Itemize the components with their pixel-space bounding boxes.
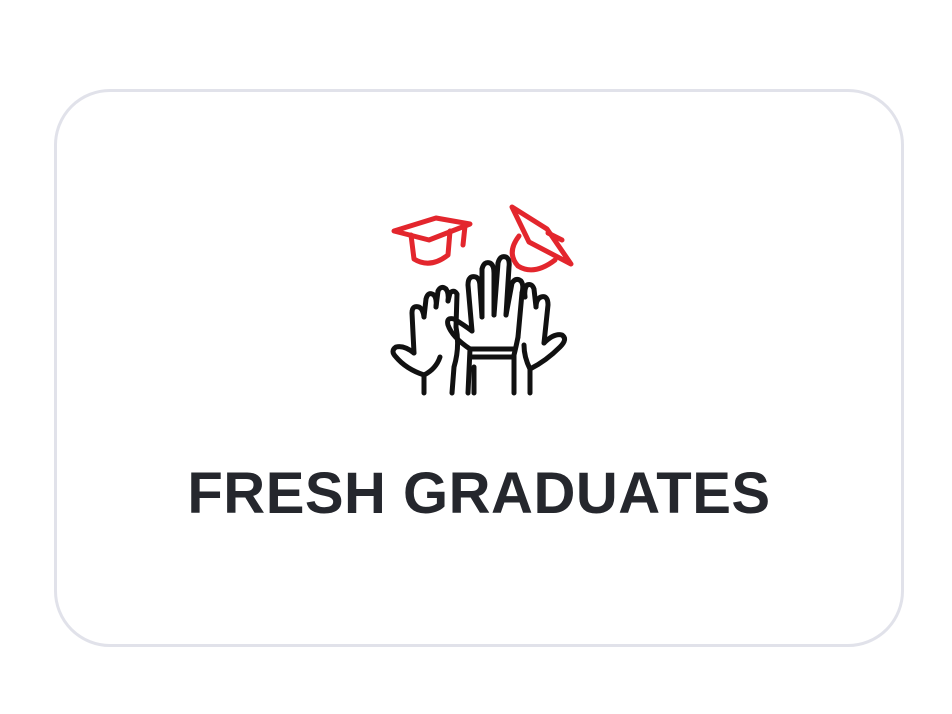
card-title: FRESH GRADUATES bbox=[187, 461, 771, 526]
hand-icon bbox=[445, 254, 526, 396]
hand-icon bbox=[390, 284, 461, 396]
graduation-cap-icon bbox=[509, 204, 574, 273]
fresh-graduates-card[interactable]: FRESH GRADUATES bbox=[54, 89, 904, 647]
page: FRESH GRADUATES bbox=[0, 0, 952, 714]
hand-icon bbox=[519, 282, 568, 396]
graduates-celebrating-icon bbox=[384, 197, 584, 397]
graduation-cap-icon bbox=[391, 215, 473, 266]
